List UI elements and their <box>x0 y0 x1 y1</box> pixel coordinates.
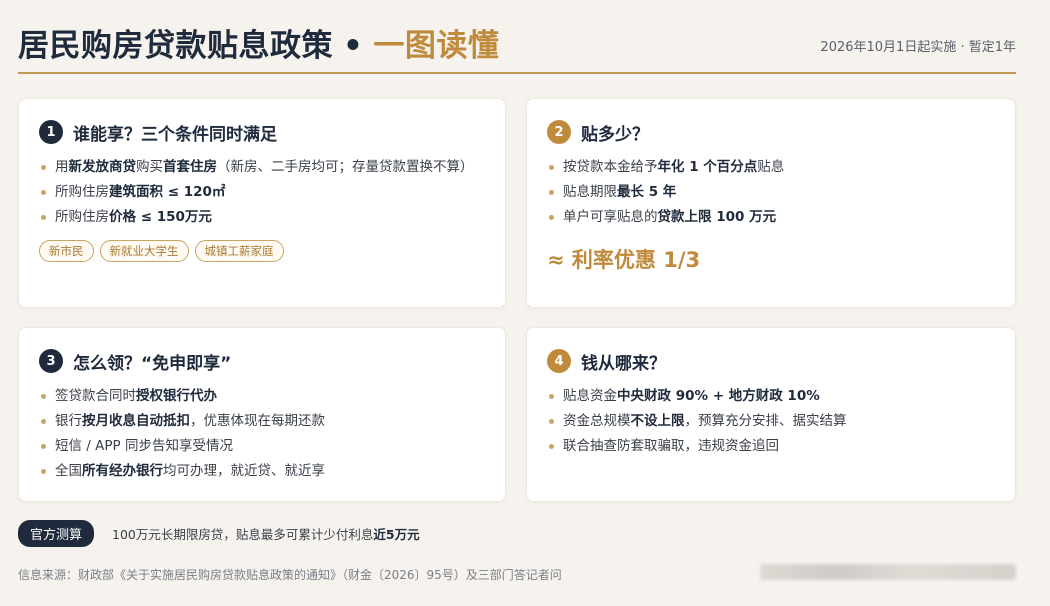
card-title: 钱从哪来？ <box>581 353 666 374</box>
item-text: 所购住房 <box>55 184 109 200</box>
item-text: 联合抽查防套取骗取，违规资金追回 <box>563 438 779 454</box>
list-item: 所购住房价格 ≤ 150万元 <box>39 205 485 230</box>
title-main: 居民购房贷款贴息政策 <box>18 28 333 64</box>
card-title: 怎么领？“免申即享” <box>73 353 232 374</box>
subsidy-list: 按贷款本金给予年化 1 个百分点贴息 贴息期限最长 5 年单户可享贴息的贷款上限 … <box>547 155 995 230</box>
emphasis-text: 按月收息自动抵扣 <box>82 413 190 429</box>
condition-list: 用新发放商贷购买首套住房（新房、二手房均可；存量贷款置换不算） 所购住房建筑面积 … <box>39 155 485 230</box>
tag-graduate: 新就业大学生 <box>99 240 189 262</box>
emphasis-text: 最长 5 年 <box>617 184 677 200</box>
list-item: 联合抽查防套取骗取，违规资金追回 <box>547 434 995 459</box>
emphasis-text: 贷款上限 100 万元 <box>657 209 777 225</box>
emphasis-text: 年化 1 个百分点 <box>657 159 758 175</box>
card-subsidy-amount: 2 贴多少？ 按贷款本金给予年化 1 个百分点贴息 贴息期限最长 5 年单户可享贴… <box>526 98 1016 308</box>
list-item: 签贷款合同时授权银行代办 <box>39 384 485 409</box>
item-text: 资金总规模 <box>563 413 631 429</box>
step-number-badge: 3 <box>39 349 63 373</box>
emphasis-text: 所有经办银行 <box>82 463 163 479</box>
list-item: 全国所有经办银行均可办理，就近贷、就近享 <box>39 459 485 484</box>
item-text: ，预算充分安排、据实结算 <box>684 413 847 429</box>
item-text: 用 <box>55 159 69 175</box>
item-text: 银行 <box>55 413 82 429</box>
page-title: 居民购房贷款贴息政策 • 一图读懂 <box>18 20 499 65</box>
header: 居民购房贷款贴息政策 • 一图读懂 2026年10月1日起实施 · 暂定1年 <box>18 18 1016 74</box>
item-text: ，优惠体现在每期还款 <box>190 413 325 429</box>
emphasis-text: 建筑面积 ≤ 120㎡ <box>109 184 226 200</box>
title-accent: 一图读懂 <box>373 28 500 64</box>
tag-salaried-family: 城镇工薪家庭 <box>194 240 284 262</box>
source-note: 信息来源：财政部《关于实施居民购房贷款贴息政策的通知》（财金〔2026〕95号）… <box>18 568 562 582</box>
list-item: 贴息期限最长 5 年 <box>547 180 995 205</box>
card-title: 谁能享？三个条件同时满足 <box>73 124 277 145</box>
emphasis-text: 不设上限 <box>630 413 685 429</box>
card-how-to-claim: 3 怎么领？“免申即享” 签贷款合同时授权银行代办 银行按月收息自动抵扣，优惠体现… <box>18 327 506 502</box>
item-text: 签贷款合同时 <box>55 388 136 404</box>
emphasis-text: 新发放商贷 <box>68 159 137 175</box>
tag-new-citizen: 新市民 <box>39 240 94 262</box>
card-header: 1 谁能享？三个条件同时满足 <box>39 119 485 145</box>
estimate-text: 100万元长期限房贷，贴息最多可累计少付利息近5万元 <box>112 524 420 543</box>
step-number-badge: 4 <box>547 349 571 373</box>
emphasis-text: 授权银行代办 <box>136 388 217 404</box>
list-item: 贴息资金中央财政 90% + 地方财政 10% <box>547 384 995 409</box>
estimate-badge: 官方测算 <box>18 519 95 547</box>
step-number-badge: 1 <box>39 120 63 144</box>
emphasis-text: 价格 ≤ 150万元 <box>109 209 212 225</box>
audience-tags: 新市民 新就业大学生 城镇工薪家庭 <box>39 240 485 262</box>
list-item: 按贷款本金给予年化 1 个百分点贴息 <box>547 155 995 180</box>
item-text: 按贷款本金给予 <box>563 159 658 175</box>
card-title: 贴多少？ <box>581 124 649 145</box>
list-item: 所购住房建筑面积 ≤ 120㎡ <box>39 180 485 205</box>
item-text: 贴息资金 <box>563 388 617 404</box>
list-item: 资金总规模不设上限，预算充分安排、据实结算 <box>547 409 995 434</box>
step-number-badge: 2 <box>547 120 571 144</box>
estimate-text-pre: 100万元长期限房贷，贴息最多可累计少付利息 <box>112 526 374 542</box>
card-header: 3 怎么领？“免申即享” <box>39 348 485 374</box>
effective-date: 2026年10月1日起实施 · 暂定1年 <box>820 40 1016 55</box>
card-eligibility: 1 谁能享？三个条件同时满足 用新发放商贷购买首套住房（新房、二手房均可；存量贷… <box>18 98 506 308</box>
claim-list: 签贷款合同时授权银行代办 银行按月收息自动抵扣，优惠体现在每期还款 短信 / APP… <box>39 384 485 484</box>
emphasis-text: 首套住房 <box>163 159 217 175</box>
blurred-watermark <box>760 564 1016 580</box>
card-funding-source: 4 钱从哪来？ 贴息资金中央财政 90% + 地方财政 10% 资金总规模不设上限… <box>526 327 1016 502</box>
item-text: 单户可享贴息的 <box>563 209 658 225</box>
item-text: （新房、二手房均可；存量贷款置换不算） <box>217 159 474 175</box>
item-text: 短信 / APP 同步告知享受情况 <box>55 438 233 454</box>
emphasis-text: 中央财政 90% + 地方财政 10% <box>617 388 820 404</box>
item-text: 购买 <box>136 159 163 175</box>
list-item: 用新发放商贷购买首套住房（新房、二手房均可；存量贷款置换不算） <box>39 155 485 180</box>
item-text: 贴息期限 <box>563 184 617 200</box>
item-text: 贴息 <box>757 159 785 175</box>
card-header: 4 钱从哪来？ <box>547 348 995 374</box>
list-item: 单户可享贴息的贷款上限 100 万元 <box>547 205 995 230</box>
funding-list: 贴息资金中央财政 90% + 地方财政 10% 资金总规模不设上限，预算充分安排、… <box>547 384 995 459</box>
estimate-amount: 近5万元 <box>373 526 420 542</box>
list-item: 短信 / APP 同步告知享受情况 <box>39 434 485 459</box>
list-item: 银行按月收息自动抵扣，优惠体现在每期还款 <box>39 409 485 434</box>
card-header: 2 贴多少？ <box>547 119 995 145</box>
official-estimate: 官方测算 100万元长期限房贷，贴息最多可累计少付利息近5万元 <box>18 519 420 547</box>
item-text: 均可办理，就近贷、就近享 <box>163 463 325 479</box>
title-dot: • <box>343 28 364 64</box>
item-text: 所购住房 <box>55 209 109 225</box>
rate-discount-highlight: ≈ 利率优惠 1/3 <box>547 248 701 272</box>
item-text: 全国 <box>55 463 82 479</box>
